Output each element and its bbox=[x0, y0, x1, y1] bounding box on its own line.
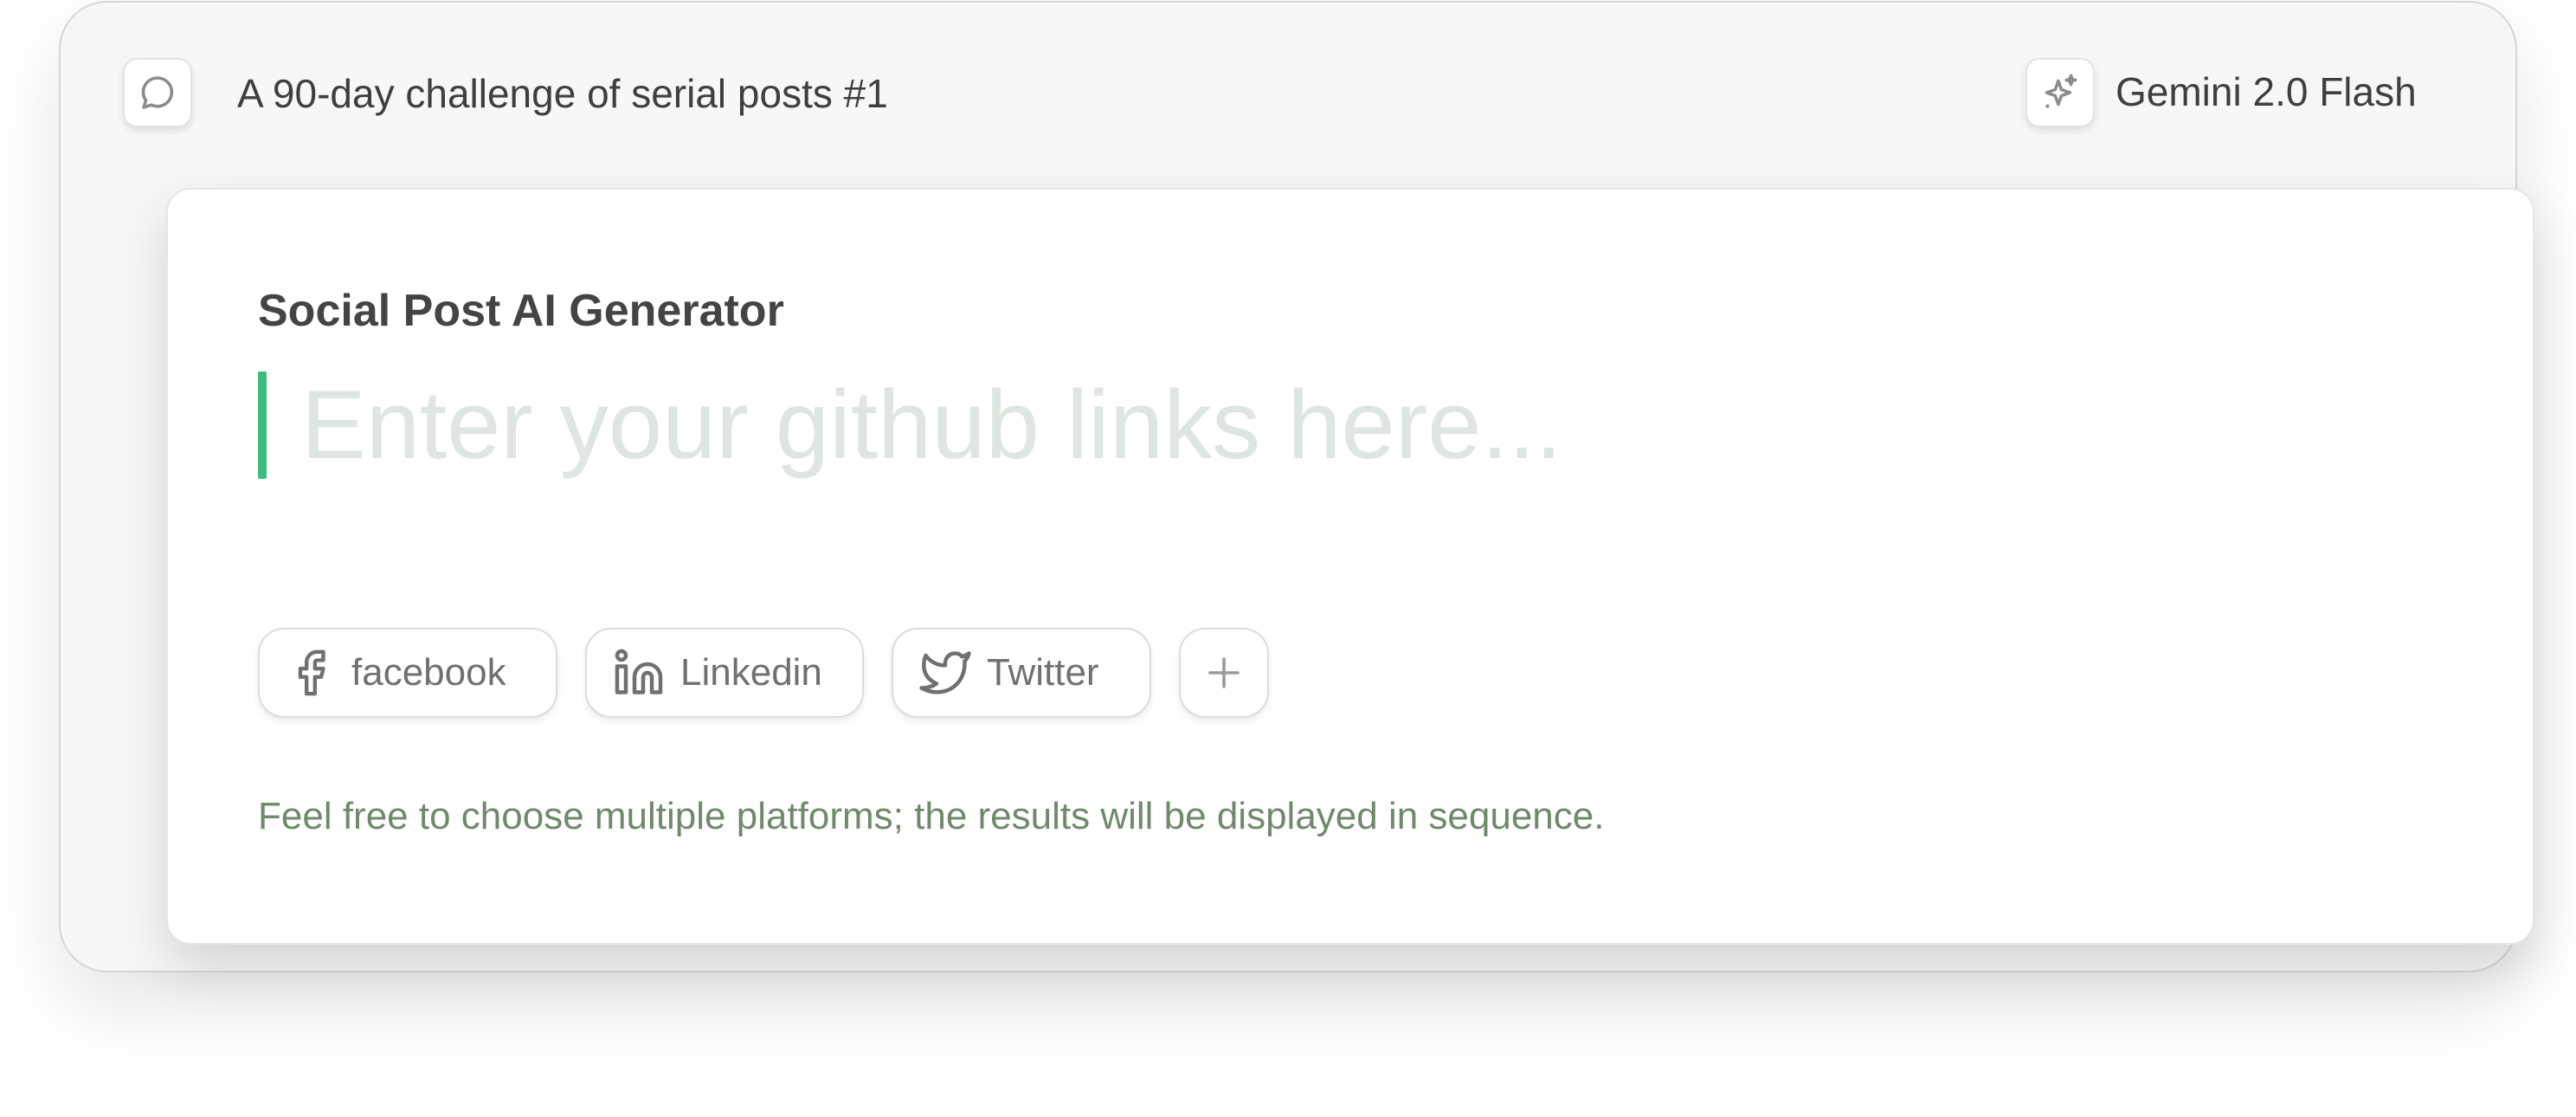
platform-label: facebook bbox=[351, 651, 506, 694]
model-name[interactable]: Gemini 2.0 Flash bbox=[2116, 67, 2417, 117]
sparkle-icon bbox=[2045, 74, 2077, 108]
github-links-input[interactable] bbox=[301, 371, 2431, 479]
platform-chip-facebook[interactable]: facebook bbox=[258, 628, 557, 718]
platform-label: Twitter bbox=[987, 651, 1099, 694]
links-input-area bbox=[258, 371, 2439, 479]
platform-chip-linkedin[interactable]: Linkedin bbox=[585, 628, 864, 718]
model-selector-button[interactable] bbox=[2025, 58, 2095, 127]
platform-selector: facebook Linkedin Twitter bbox=[258, 628, 1269, 718]
helper-text: Feel free to choose multiple platforms; … bbox=[258, 795, 1605, 837]
platform-chip-twitter[interactable]: Twitter bbox=[892, 628, 1151, 718]
chat-title: A 90-day challenge of serial posts #1 bbox=[237, 71, 888, 116]
chat-icon-button[interactable] bbox=[123, 58, 192, 127]
chat-header: A 90-day challenge of serial posts #1 Ge… bbox=[61, 3, 2515, 186]
twitter-icon bbox=[919, 647, 971, 699]
generator-title: Social Post AI Generator bbox=[258, 286, 784, 336]
platform-label: Linkedin bbox=[680, 651, 822, 694]
speech-bubble-icon bbox=[141, 76, 174, 109]
plus-icon bbox=[1203, 652, 1245, 694]
chat-window: A 90-day challenge of serial posts #1 Ge… bbox=[59, 1, 2534, 972]
input-focus-indicator bbox=[258, 371, 267, 479]
linkedin-icon bbox=[613, 647, 665, 699]
add-platform-button[interactable] bbox=[1179, 628, 1269, 718]
facebook-icon bbox=[286, 648, 336, 698]
generator-card: Social Post AI Generator facebook bbox=[166, 188, 2534, 945]
